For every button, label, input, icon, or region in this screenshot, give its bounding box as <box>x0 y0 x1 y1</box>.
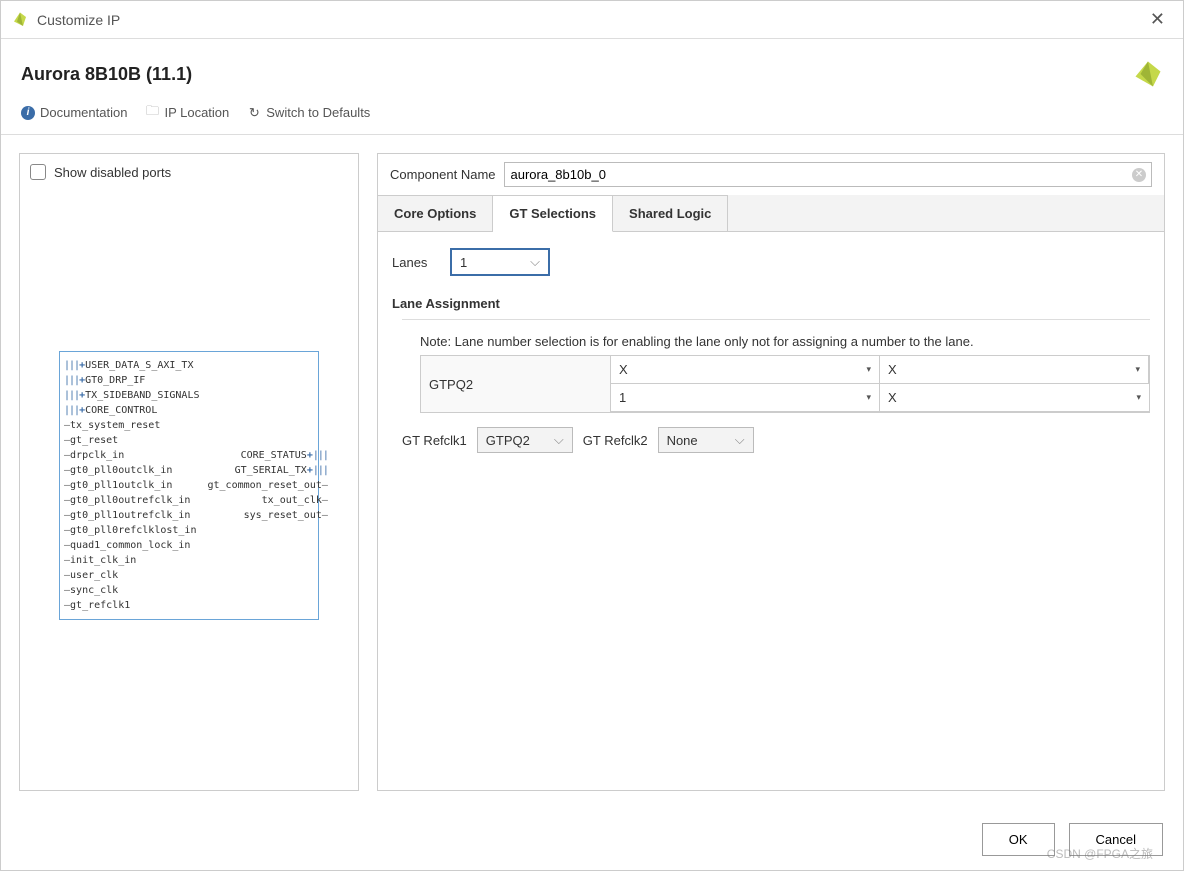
app-logo-icon <box>11 11 29 29</box>
tab-core-options[interactable]: Core Options <box>378 195 493 231</box>
ip-diagram: ||| + USER_DATA_S_AXI_TX||| + GT0_DRP_IF… <box>30 190 348 780</box>
footer: OK Cancel <box>1 809 1183 870</box>
show-disabled-label: Show disabled ports <box>54 165 171 180</box>
titlebar: Customize IP ✕ <box>1 1 1183 39</box>
window-title: Customize IP <box>37 12 120 28</box>
dropdown-icon: ▾ <box>866 364 871 375</box>
port-CORE_STATUS: CORE_STATUS + ||| <box>203 448 331 463</box>
port-tx_system_reset: — tx_system_reset <box>60 418 203 433</box>
port-gt0_pll0refclklost_in: — gt0_pll0refclklost_in <box>60 523 203 538</box>
chevron-down-icon: ⌵ <box>735 432 745 448</box>
port-gt0_pll1outrefclk_in: — gt0_pll1outrefclk_in <box>60 508 203 523</box>
lanes-value: 1 <box>460 255 467 270</box>
lane-cell[interactable]: X▾ <box>611 356 880 384</box>
ip-title: Aurora 8B10B (11.1) <box>21 64 192 85</box>
switch-defaults-link[interactable]: ↻ Switch to Defaults <box>247 105 370 120</box>
port-GT0_DRP_IF: ||| + GT0_DRP_IF <box>60 373 203 388</box>
tab-gt-selections[interactable]: GT Selections <box>493 195 613 232</box>
tab-bar: Core Options GT Selections Shared Logic <box>378 195 1164 232</box>
dialog-window: Customize IP ✕ Aurora 8B10B (11.1) i Doc… <box>0 0 1184 871</box>
vendor-logo-icon <box>1133 59 1163 89</box>
port-sync_clk: — sync_clk <box>60 583 203 598</box>
port-GT_SERIAL_TX: GT_SERIAL_TX + ||| <box>203 463 331 478</box>
port-gt0_pll0outrefclk_in: — gt0_pll0outrefclk_in <box>60 493 203 508</box>
port-gt_common_reset_out: gt_common_reset_out — <box>203 478 331 493</box>
port-gt0_pll0outclk_in: — gt0_pll0outclk_in <box>60 463 203 478</box>
refclk2-select[interactable]: None ⌵ <box>658 427 754 453</box>
refclk1-label: GT Refclk1 <box>402 433 467 448</box>
ports-right: CORE_STATUS + |||GT_SERIAL_TX + |||gt_co… <box>203 358 331 613</box>
header: Aurora 8B10B (11.1) <box>1 39 1183 99</box>
ports-left: ||| + USER_DATA_S_AXI_TX||| + GT0_DRP_IF… <box>60 358 203 613</box>
port-user_clk: — user_clk <box>60 568 203 583</box>
lane-cell[interactable]: 1▾ <box>611 384 880 412</box>
port-TX_SIDEBAND_SIGNALS: ||| + TX_SIDEBAND_SIGNALS <box>60 388 203 403</box>
dropdown-icon: ▾ <box>1135 364 1140 375</box>
refclk2-label: GT Refclk2 <box>583 433 648 448</box>
tab-shared-logic[interactable]: Shared Logic <box>613 195 728 231</box>
lane-cell[interactable]: X▾ <box>880 356 1149 384</box>
documentation-link[interactable]: i Documentation <box>21 105 127 120</box>
tab-content: Lanes 1 ⌵ Lane Assignment Note: Lane num… <box>378 232 1164 790</box>
lane-cell[interactable]: X▾ <box>880 384 1149 412</box>
refclk1-select[interactable]: GTPQ2 ⌵ <box>477 427 573 453</box>
preview-panel: Show disabled ports ||| + USER_DATA_S_AX… <box>19 153 359 791</box>
lanes-row: Lanes 1 ⌵ <box>392 248 1150 276</box>
port-init_clk_in: — init_clk_in <box>60 553 203 568</box>
ip-location-link[interactable]: 🗀 IP Location <box>145 105 229 120</box>
info-icon: i <box>21 106 35 120</box>
dropdown-icon: ▾ <box>1136 392 1141 403</box>
body: Show disabled ports ||| + USER_DATA_S_AX… <box>1 135 1183 809</box>
lanes-select[interactable]: 1 ⌵ <box>450 248 550 276</box>
folder-icon: 🗀 <box>145 106 159 120</box>
close-icon[interactable]: ✕ <box>1142 5 1173 34</box>
lanes-label: Lanes <box>392 255 434 270</box>
port-gt_refclk1: — gt_refclk1 <box>60 598 203 613</box>
port-tx_out_clk: tx_out_clk — <box>203 493 331 508</box>
port-drpclk_in: — drpclk_in <box>60 448 203 463</box>
show-disabled-checkbox[interactable] <box>30 164 46 180</box>
table-rowhead: GTPQ2 <box>421 356 611 412</box>
component-name-input[interactable] <box>504 162 1153 187</box>
port-quad1_common_lock_in: — quad1_common_lock_in <box>60 538 203 553</box>
dropdown-icon: ▾ <box>866 392 871 403</box>
port-sys_reset_out: sys_reset_out — <box>203 508 331 523</box>
component-name-row: Component Name ✕ <box>378 154 1164 195</box>
toolbar: i Documentation 🗀 IP Location ↻ Switch t… <box>1 99 1183 135</box>
ok-button[interactable]: OK <box>982 823 1055 856</box>
port-gt_reset: — gt_reset <box>60 433 203 448</box>
lane-assignment-note: Note: Lane number selection is for enabl… <box>420 334 1150 349</box>
lane-assignment-title: Lane Assignment <box>392 296 1150 311</box>
port-CORE_CONTROL: ||| + CORE_CONTROL <box>60 403 203 418</box>
port-USER_DATA_S_AXI_TX: ||| + USER_DATA_S_AXI_TX <box>60 358 203 373</box>
documentation-label: Documentation <box>40 105 127 120</box>
port-gt0_pll1outclk_in: — gt0_pll1outclk_in <box>60 478 203 493</box>
refresh-icon: ↻ <box>247 106 261 120</box>
lane-assignment-table: GTPQ2 X▾ X▾ 1▾ X▾ <box>420 355 1150 413</box>
watermark: CSDN @FPGA之旅 <box>1047 845 1153 862</box>
config-panel: Component Name ✕ Core Options GT Selecti… <box>377 153 1165 791</box>
chevron-down-icon: ⌵ <box>554 432 564 448</box>
clear-input-icon[interactable]: ✕ <box>1132 168 1146 182</box>
show-disabled-row: Show disabled ports <box>30 164 348 180</box>
switch-defaults-label: Switch to Defaults <box>266 105 370 120</box>
ip-location-label: IP Location <box>164 105 229 120</box>
chevron-down-icon: ⌵ <box>530 254 540 270</box>
refclk-row: GT Refclk1 GTPQ2 ⌵ GT Refclk2 None ⌵ <box>402 427 1150 453</box>
ip-block: ||| + USER_DATA_S_AXI_TX||| + GT0_DRP_IF… <box>59 351 319 620</box>
component-name-label: Component Name <box>390 167 496 182</box>
